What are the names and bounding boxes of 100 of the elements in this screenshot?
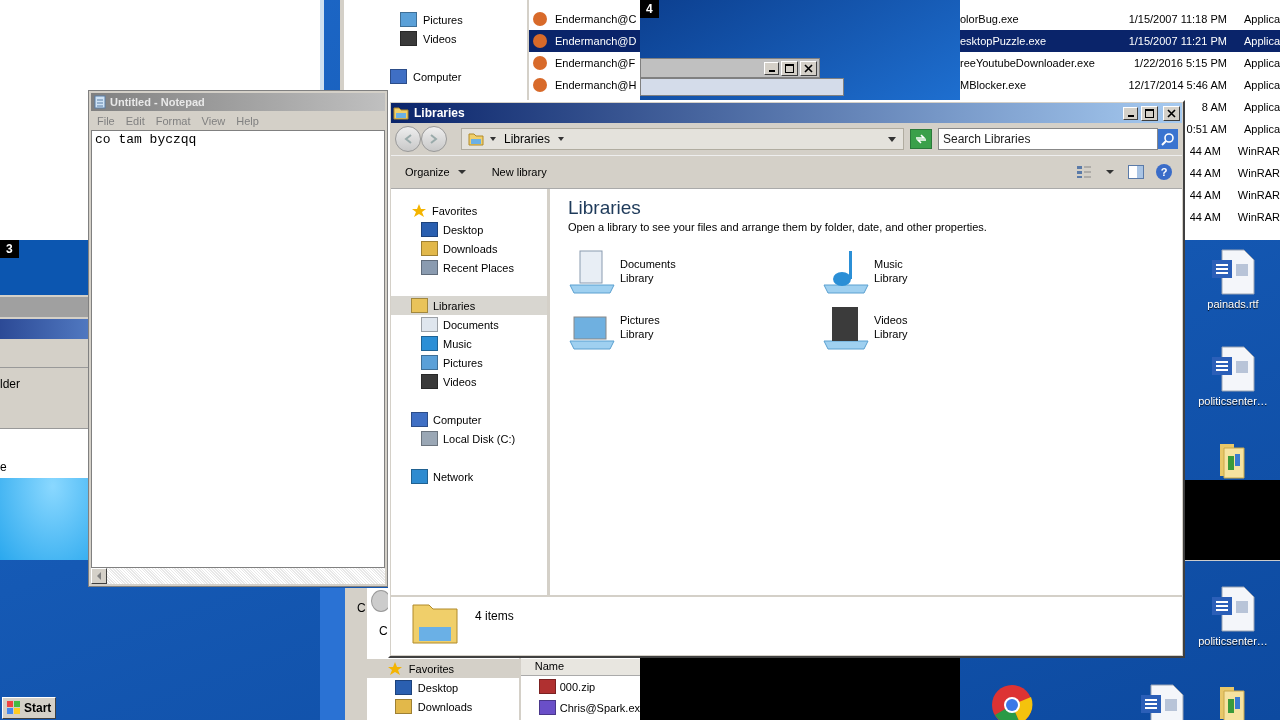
file-row[interactable]: Endermanch@H [529,74,644,96]
breadcrumb-item[interactable]: Libraries [504,132,551,146]
left-arrow-icon [96,572,102,580]
library-item[interactable]: Videos Library [822,303,1076,351]
nav-item[interactable]: Pictures [391,353,547,372]
nav-item[interactable]: Computer [391,410,547,429]
description-text: Open a library to see your files and arrange them by folder, date, and other properties. [568,221,988,233]
file-row[interactable]: 8 AM Applica [1186,96,1280,118]
notepad-icon [93,95,107,109]
close-button[interactable] [800,60,817,76]
library-item[interactable]: Documents Library [568,247,822,295]
search-button[interactable] [1158,129,1178,149]
star-icon [411,202,427,219]
file-row[interactable]: esktopPuzzle.exe 1/15/2007 11:21 PM Applica [960,30,1280,52]
text-area[interactable]: co tam byczqq [91,130,385,568]
file-row[interactable]: Endermanch@F [529,52,644,74]
nav-item[interactable]: Local Disk (C:) [391,429,547,448]
maximize-button[interactable] [1141,105,1158,121]
file-name[interactable]: Chris@Spark.ex [559,701,640,714]
nav-item[interactable]: Videos [391,372,547,391]
library-icon [568,247,618,295]
list-view-icon [1076,165,1092,179]
nav-item[interactable]: Libraries [391,296,547,315]
horizontal-scrollbar[interactable] [91,568,385,584]
nav-item[interactable]: Desktop [417,681,459,694]
circle-logo-icon[interactable] [990,683,1034,720]
folder-icon [421,222,438,237]
nav-item[interactable]: Desktop [391,220,547,239]
label-text: lder [0,377,20,391]
nav-item[interactable]: Downloads [391,239,547,258]
folder-icon [393,106,409,120]
library-name: Documents [620,257,676,271]
file-row[interactable]: MBlocker.exe 12/17/2014 5:46 AM Applica [960,74,1280,96]
library-item[interactable]: Pictures Library [568,303,822,351]
help-button[interactable]: ? [1156,164,1172,180]
caret-icon[interactable] [557,135,566,143]
file-row[interactable]: 0:51 AM Applica [1186,118,1280,140]
nav-item[interactable]: Computer [413,70,462,83]
search-field[interactable]: Search Libraries [938,128,1158,150]
nav-item[interactable]: Downloads [417,700,473,713]
minimize-button[interactable] [1123,106,1138,120]
nav-item[interactable]: Recent Places [391,258,547,277]
folder-icon [390,69,407,84]
label-text: C [379,624,388,638]
folder-icon [468,132,484,146]
library-type: Library [874,271,908,285]
window-title: Libraries [414,106,465,120]
caret-icon[interactable] [489,135,497,143]
close-button[interactable] [1163,105,1180,121]
nav-item[interactable]: Videos [423,32,457,45]
minimize-icon [768,69,775,72]
library-type: Library [620,271,655,285]
library-item[interactable]: Music Library [822,247,1076,295]
folder-icon [394,699,412,714]
file-name[interactable]: 000.zip [559,680,596,693]
preview-pane-button[interactable] [1126,163,1146,181]
nav-item[interactable]: Favorites [391,201,547,220]
file-row[interactable]: 44 AM WinRAR [1186,140,1280,162]
library-name: Pictures [620,313,660,327]
close-icon [804,63,813,73]
folder-icon [421,355,438,370]
file-icon [538,700,556,715]
caret-icon [457,169,466,175]
start-button[interactable]: Start [2,697,57,719]
search-icon [1161,132,1175,146]
icon-label[interactable]: painads.rtf [1207,298,1259,310]
library-name: Videos [874,313,908,327]
document-text: co tam byczqq [95,132,197,147]
nav-item[interactable]: Documents [391,315,547,334]
minimize-button[interactable] [764,61,779,75]
icon-label[interactable]: politicsenter… [1198,635,1268,647]
refresh-icon [914,133,928,145]
item-count: 4 items [475,609,514,623]
address-bar[interactable]: Libraries [461,128,904,150]
icon-label[interactable]: politicsenter… [1198,395,1268,407]
toolbar-button[interactable]: New library [487,164,551,180]
file-row[interactable]: 44 AM WinRAR [1186,206,1280,228]
file-row[interactable]: 44 AM WinRAR [1186,162,1280,184]
scroll-left-button[interactable] [91,568,107,584]
window-number: 3 [0,240,19,258]
file-icon [538,679,556,694]
nav-item[interactable]: Network [391,467,547,486]
nav-item[interactable]: Pictures [423,13,463,26]
folder-icon [421,317,438,332]
file-row[interactable]: 44 AM WinRAR [1186,184,1280,206]
file-row[interactable]: reeYoutubeDownloader.exe 1/22/2016 5:15 PM Applica [960,52,1280,74]
column-header[interactable]: Name [520,659,640,676]
view-menu-button[interactable] [1104,167,1116,177]
folder-icon [421,260,438,275]
view-options-button[interactable] [1074,163,1094,181]
folder-icon [400,12,417,27]
refresh-button[interactable] [910,129,932,149]
library-type: Library [874,327,908,341]
maximize-button[interactable] [781,60,798,76]
toolbar-button[interactable]: Organize [401,164,470,180]
nav-item[interactable]: Music [391,334,547,353]
caret-icon[interactable] [887,135,897,143]
close-icon [1167,108,1176,118]
file-row[interactable]: olorBug.exe 1/15/2007 11:18 PM Applica [960,8,1280,30]
label-text: C [357,601,366,615]
